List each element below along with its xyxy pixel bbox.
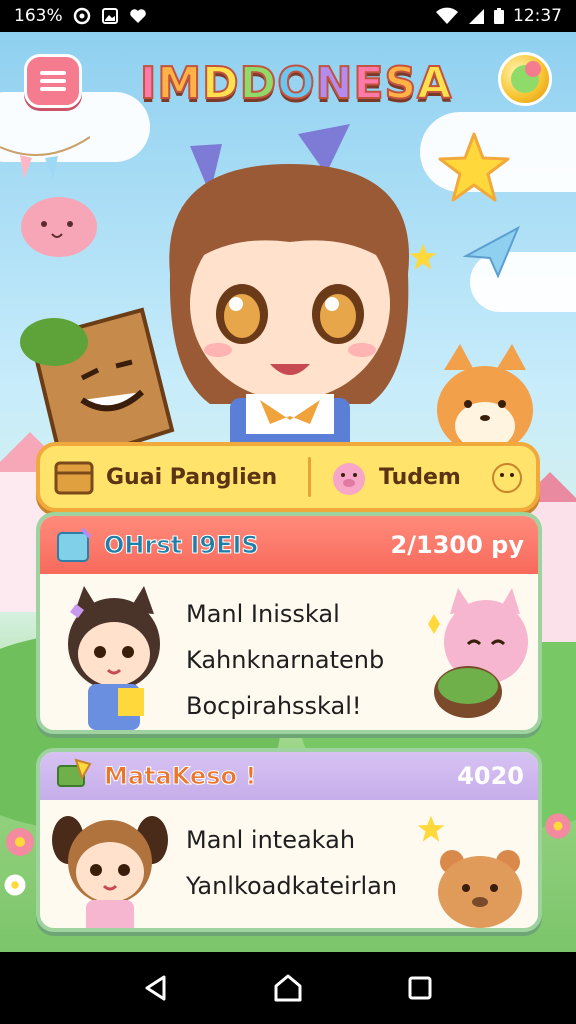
girl-character <box>169 124 410 474</box>
status-left-text: 163% <box>14 6 63 26</box>
bear-cub-avatar <box>438 850 522 928</box>
card-text-line: Manl Inisskal <box>186 600 340 628</box>
menu-icon <box>40 71 66 91</box>
star-decoration <box>417 815 445 842</box>
card-text-line: Kahnknarnatenb <box>186 646 385 674</box>
card-body: Manl inteakah Yanlkoadkateirlan <box>40 800 538 928</box>
card-title: MataKeso ! <box>103 762 257 791</box>
card-body: Manl Inisskal Kahnknarnatenb Bocpirahssk… <box>40 574 538 730</box>
card-meta: 4020 <box>457 762 524 790</box>
flower-decoration <box>6 828 34 856</box>
orb-icon <box>511 61 541 93</box>
orb-button[interactable] <box>498 52 552 106</box>
back-icon <box>145 975 166 1001</box>
status-bar: 163% 12:37 <box>0 0 576 32</box>
flag-icon <box>57 758 92 787</box>
tab-divider <box>308 457 311 497</box>
card-text-line: Bocpirahsskal! <box>186 692 362 720</box>
tab-guai-panglien[interactable]: Guai Panglien <box>40 446 302 508</box>
navigation-bar <box>0 952 576 1024</box>
white-flower-decoration <box>4 874 26 896</box>
gift-box-icon <box>57 527 92 562</box>
battery-icon <box>494 8 504 24</box>
pink-cat-avatar <box>428 588 528 718</box>
tab-bar: Guai Panglien Tudem <box>36 442 540 512</box>
home-button[interactable] <box>268 968 308 1008</box>
image-status-icon <box>101 8 118 24</box>
card-header: OHrst I9EIS 2/1300 py <box>40 516 538 574</box>
card-text-line: Yanlkoadkateirlan <box>186 872 398 900</box>
tab-tudem[interactable]: Tudem <box>317 446 536 508</box>
recents-button[interactable] <box>400 968 440 1008</box>
paper-plane-decoration <box>462 225 521 279</box>
menu-button[interactable] <box>24 54 82 108</box>
chick-icon <box>492 463 522 493</box>
crate-icon <box>54 461 94 495</box>
circle-status-icon <box>73 7 90 25</box>
quest-card[interactable]: MataKeso ! 4020 Manl inteakah Yanlkoadka… <box>36 748 542 932</box>
card-header: MataKeso ! 4020 <box>40 752 538 800</box>
card-title: OHrst I9EIS <box>104 531 260 560</box>
status-time: 12:37 <box>513 6 562 26</box>
recents-icon <box>408 976 432 1000</box>
star-decoration <box>438 132 510 202</box>
pink-creature <box>21 197 97 257</box>
cat-ear-kid-avatar <box>68 586 160 730</box>
heart-status-icon <box>129 9 146 23</box>
quest-card[interactable]: OHrst I9EIS 2/1300 py Manl Inisskal Kahn… <box>36 512 542 734</box>
pig-icon <box>333 463 365 495</box>
home-icon <box>274 974 302 1002</box>
game-title: IMDDONESA <box>139 57 453 110</box>
wifi-icon <box>436 7 458 24</box>
signal-icon <box>469 9 484 24</box>
tab-label: Guai Panglien <box>106 464 278 490</box>
card-text-line: Manl inteakah <box>186 826 356 854</box>
card-meta: 2/1300 py <box>390 531 524 559</box>
tab-label: Tudem <box>379 464 461 490</box>
flower-decoration <box>545 813 571 839</box>
puppy-ear-girl-avatar <box>52 816 168 928</box>
back-button[interactable] <box>136 968 176 1008</box>
